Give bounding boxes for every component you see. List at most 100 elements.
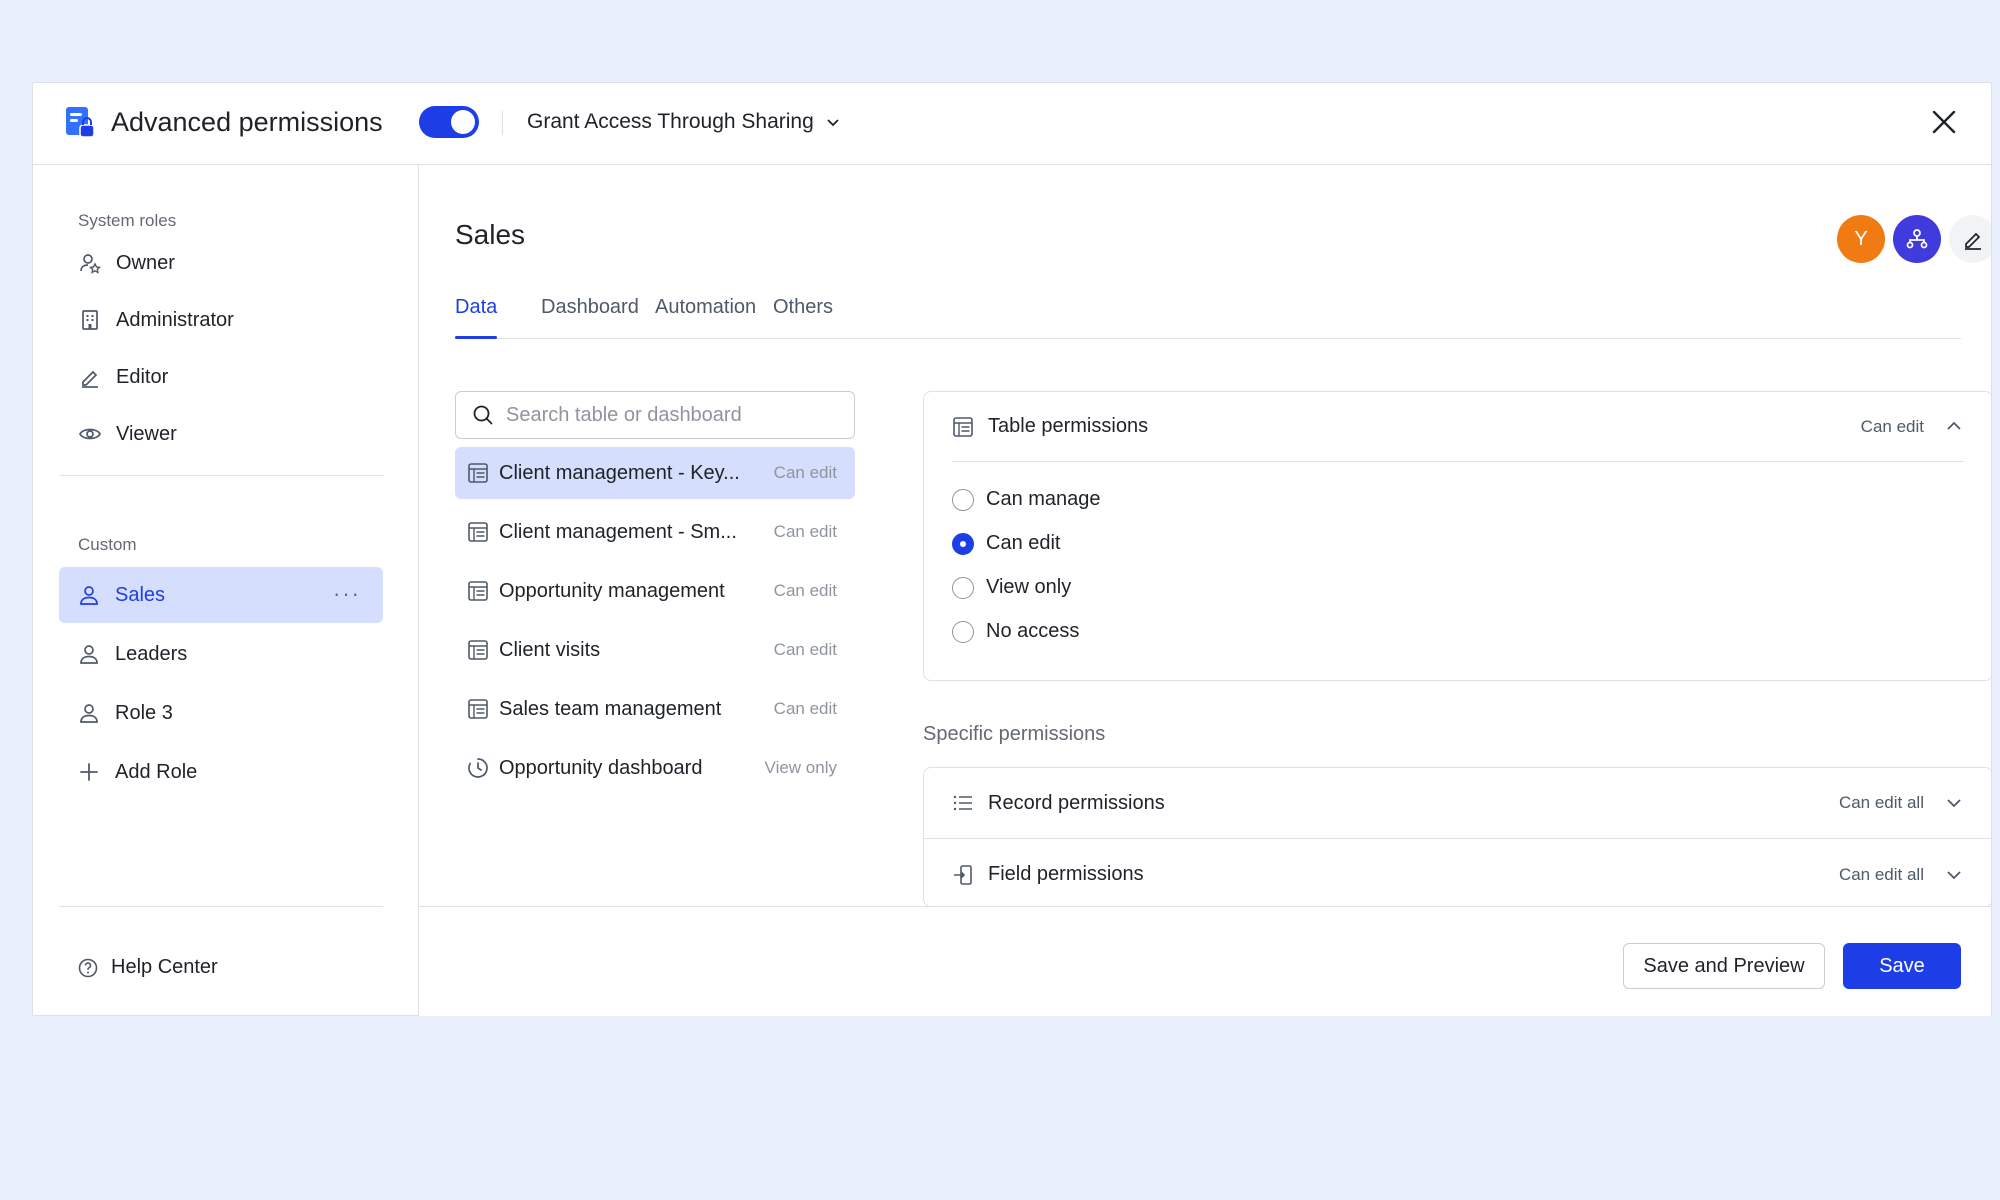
table-name: Opportunity dashboard xyxy=(499,756,703,779)
close-icon[interactable] xyxy=(1927,105,1961,139)
tab-others[interactable]: Others xyxy=(773,289,833,339)
chevron-down-icon xyxy=(1947,870,1961,879)
radio-can-edit[interactable]: Can edit xyxy=(952,532,1061,555)
help-center-label: Help Center xyxy=(111,956,218,978)
save-and-preview-button[interactable]: Save and Preview xyxy=(1623,943,1825,989)
radio-label: View only xyxy=(986,576,1072,598)
tab-data[interactable]: Data xyxy=(455,289,498,339)
table-name: Client management - Sm... xyxy=(499,520,737,543)
field-permissions-row[interactable]: Field permissions Can edit all xyxy=(924,839,1991,906)
table-icon xyxy=(468,581,488,601)
field-icon xyxy=(954,864,972,885)
table-permission: Can edit xyxy=(773,581,837,600)
sidebar-bottom-divider xyxy=(59,906,383,907)
sidebar-item-leaders[interactable]: Leaders xyxy=(59,626,383,682)
table-permissions-title: Table permissions xyxy=(988,415,1149,437)
record-permissions-value: Can edit all xyxy=(1838,793,1924,812)
tab-automation[interactable]: Automation xyxy=(655,289,756,339)
chevron-down-icon xyxy=(1947,799,1961,808)
table-item-sales-team-management[interactable]: Sales team management Can edit xyxy=(455,683,855,735)
org-chart-icon xyxy=(1906,229,1928,249)
dialog-title: Advanced permissions xyxy=(111,107,383,137)
specific-permissions-box: Record permissions Can edit all Field pe… xyxy=(923,767,1991,907)
more-options-icon[interactable]: ··· xyxy=(333,581,361,607)
grant-access-dropdown[interactable]: Grant Access Through Sharing xyxy=(527,105,842,139)
grant-access-label: Grant Access Through Sharing xyxy=(527,110,814,133)
record-permissions-title: Record permissions xyxy=(988,791,1165,814)
radio-label: Can manage xyxy=(986,488,1101,510)
field-permissions-value: Can edit all xyxy=(1838,864,1924,884)
table-name: Client management - Key... xyxy=(499,461,740,484)
radio-button xyxy=(952,620,974,643)
table-icon xyxy=(953,416,973,437)
permissions-app-icon xyxy=(66,107,95,138)
record-permissions-row[interactable]: Record permissions Can edit all xyxy=(924,768,1991,839)
permission-tabs: Data Dashboard Automation Others xyxy=(455,289,1961,339)
radio-view-only[interactable]: View only xyxy=(952,576,1071,599)
user-icon xyxy=(80,704,98,723)
custom-roles-overlay: Sales ··· Leaders Role 3 Add Role Help C… xyxy=(32,164,418,1014)
radio-button-checked xyxy=(952,532,974,555)
radio-can-manage[interactable]: Can manage xyxy=(952,488,1101,511)
radio-label: Can edit xyxy=(986,532,1061,554)
add-role-label: Add Role xyxy=(115,760,198,783)
role-title: Sales xyxy=(455,219,526,250)
chevron-down-icon xyxy=(827,119,839,127)
table-item-client-management-key[interactable]: Client management - Key... Can edit xyxy=(455,447,855,499)
main-panel: Sales Y Data Dashboard Automation Others… xyxy=(419,165,1991,1015)
sidebar-item-role-3[interactable]: Role 3 xyxy=(59,685,383,741)
pencil-icon xyxy=(1965,232,1981,250)
help-center-link[interactable]: Help Center xyxy=(77,956,218,979)
radio-no-access[interactable]: No access xyxy=(952,620,1079,643)
table-permission: Can edit xyxy=(773,522,837,541)
dashboard-icon xyxy=(468,758,488,778)
table-item-client-management-sm[interactable]: Client management - Sm... Can edit xyxy=(455,506,855,558)
radio-button xyxy=(952,576,974,599)
radio-label: No access xyxy=(986,620,1080,642)
plus-icon xyxy=(80,763,98,781)
search-box xyxy=(455,391,855,439)
table-item-client-visits[interactable]: Client visits Can edit xyxy=(455,624,855,676)
avatar[interactable]: Y xyxy=(1837,215,1885,263)
table-permissions-panel: Table permissions Can edit Can manage Ca… xyxy=(923,391,1991,681)
dialog-footer: Save and Preview Save xyxy=(419,906,1991,1016)
edit-role-button[interactable] xyxy=(1949,215,1991,263)
table-item-opportunity-management[interactable]: Opportunity management Can edit xyxy=(455,565,855,617)
search-icon xyxy=(473,405,493,425)
radio-button xyxy=(952,488,974,511)
table-permission: View only xyxy=(764,758,837,777)
table-name: Sales team management xyxy=(499,697,722,720)
save-button[interactable]: Save xyxy=(1843,943,1961,989)
table-permission: Can edit xyxy=(773,640,837,659)
dialog-header: Advanced permissions Grant Access Throug… xyxy=(33,83,1991,165)
advanced-permissions-toggle[interactable] xyxy=(419,106,479,138)
tab-dashboard[interactable]: Dashboard xyxy=(541,289,639,339)
sidebar-item-label: Leaders xyxy=(115,642,188,665)
search-input[interactable] xyxy=(506,403,826,427)
help-icon xyxy=(78,958,98,977)
table-icon xyxy=(468,463,488,483)
table-icon xyxy=(468,640,488,660)
table-icon xyxy=(468,699,488,719)
sidebar-item-label: Sales xyxy=(115,583,166,606)
avatar-initial: Y xyxy=(1854,227,1868,250)
table-permission: Can edit xyxy=(773,463,837,482)
table-name: Opportunity management xyxy=(499,579,725,602)
table-name: Client visits xyxy=(499,638,601,661)
add-role-button[interactable]: Add Role xyxy=(59,744,383,800)
table-permissions-value: Can edit xyxy=(1860,416,1924,436)
table-icon xyxy=(468,522,488,542)
table-item-opportunity-dashboard[interactable]: Opportunity dashboard View only xyxy=(455,742,855,794)
org-structure-button[interactable] xyxy=(1893,215,1941,263)
specific-permissions-label: Specific permissions xyxy=(923,723,1106,745)
field-permissions-title: Field permissions xyxy=(988,863,1144,885)
toggle-knob xyxy=(451,110,475,134)
table-permission: Can edit xyxy=(773,699,837,718)
chevron-up-icon[interactable] xyxy=(1944,416,1964,436)
user-icon xyxy=(80,645,98,664)
user-icon xyxy=(80,586,98,605)
sidebar-item-label: Role 3 xyxy=(115,701,173,724)
sidebar-item-sales[interactable]: Sales ··· xyxy=(59,567,383,623)
header-divider xyxy=(502,111,503,135)
list-icon xyxy=(953,795,972,811)
